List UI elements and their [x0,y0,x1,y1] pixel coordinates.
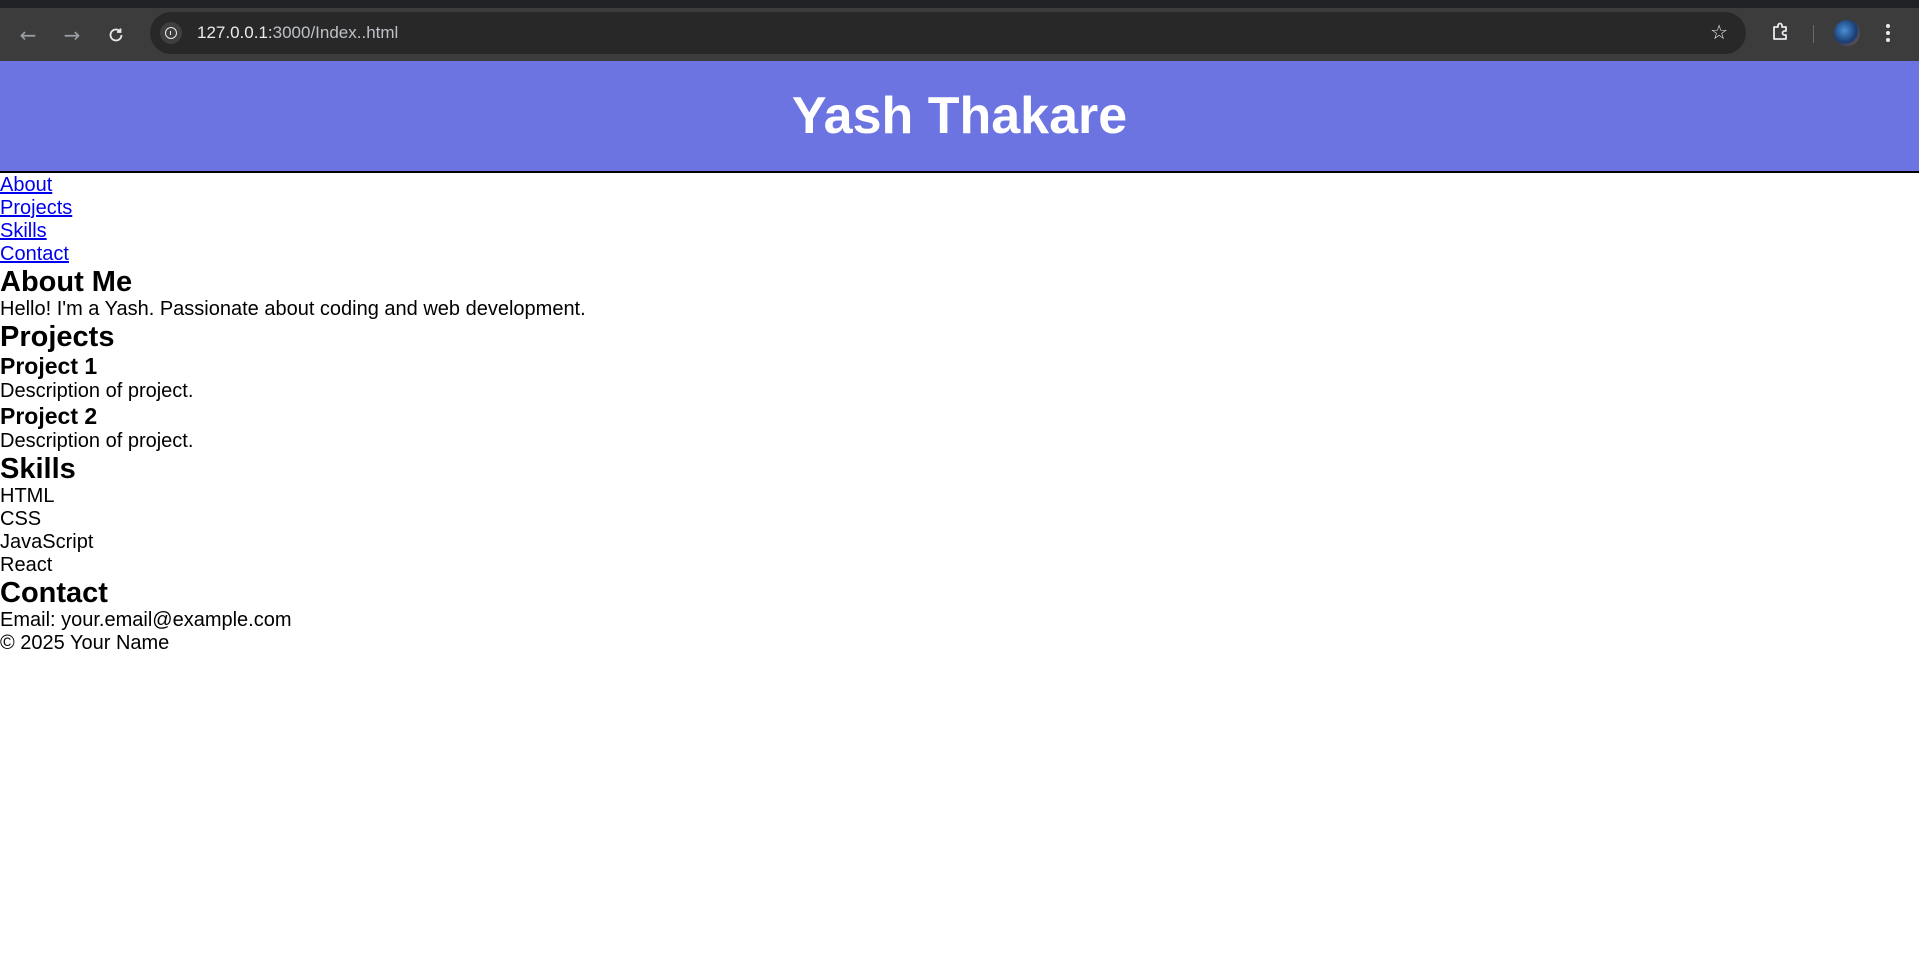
contact-section: Contact Email: your.email@example.com [0,577,1919,632]
site-footer: © 2025 Your Name [0,632,1919,655]
skills-list: HTML CSS JavaScript React [0,485,1919,577]
project-title: Project 2 [0,403,98,429]
url-path: 3000/Index..html [272,23,399,42]
about-section: About Me Hello! I'm a Yash. Passionate a… [0,266,1919,321]
address-bar[interactable]: 127.0.0.1:3000/Index..html ☆ [150,12,1746,54]
toolbar-divider [1813,25,1814,43]
projects-heading: Projects [0,321,115,353]
project-card: Project 1 Description of project. [0,353,1919,403]
skill-item: HTML [0,485,55,507]
kebab-menu-icon[interactable] [1884,19,1892,47]
site-title: Yash Thakare [791,87,1128,145]
project-description: Description of project. [0,380,194,402]
project-title: Project 1 [0,353,98,379]
project-card: Project 2 Description of project. [0,403,1919,453]
skills-section: Skills HTML CSS JavaScript React [0,453,1919,577]
browser-chrome: ← → 127.0.0.1:3000/Index..html ☆ [0,0,1919,61]
forward-arrow-icon[interactable]: → [50,15,94,55]
about-heading: About Me [0,266,133,298]
skill-item: React [0,554,53,576]
skill-item: CSS [0,508,42,530]
footer-copyright: © 2025 Your Name [0,632,170,654]
project-description: Description of project. [0,430,194,452]
bookmark-star-icon[interactable]: ☆ [1710,21,1728,43]
nav-link-about[interactable]: About [0,174,1919,197]
url-host: 127.0.0.1: [197,23,273,42]
reload-icon[interactable] [94,15,138,55]
browser-toolbar: ← → 127.0.0.1:3000/Index..html ☆ [0,8,1919,61]
skill-item: JavaScript [0,531,94,553]
nav-link-projects[interactable]: Projects [0,197,1919,220]
back-arrow-icon[interactable]: ← [6,15,50,55]
projects-section: Projects Project 1 Description of projec… [0,321,1919,453]
contact-heading: Contact [0,577,108,609]
extensions-puzzle-icon[interactable] [1769,20,1793,44]
reload-glyph [109,28,123,41]
main-content: About Me Hello! I'm a Yash. Passionate a… [0,266,1919,655]
nav-link-contact[interactable]: Contact [0,243,1919,266]
contact-email: Email: your.email@example.com [0,609,292,631]
site-nav: About Projects Skills Contact [0,173,1919,266]
about-text: Hello! I'm a Yash. Passionate about codi… [0,298,586,320]
profile-avatar[interactable] [1834,20,1860,46]
skills-heading: Skills [0,453,76,485]
site-info-icon[interactable] [160,22,182,44]
web-page: Yash Thakare About Projects Skills Conta… [0,61,1919,970]
url-text[interactable]: 127.0.0.1:3000/Index..html [197,23,398,43]
nav-link-skills[interactable]: Skills [0,220,1919,243]
site-header: Yash Thakare [0,61,1919,173]
